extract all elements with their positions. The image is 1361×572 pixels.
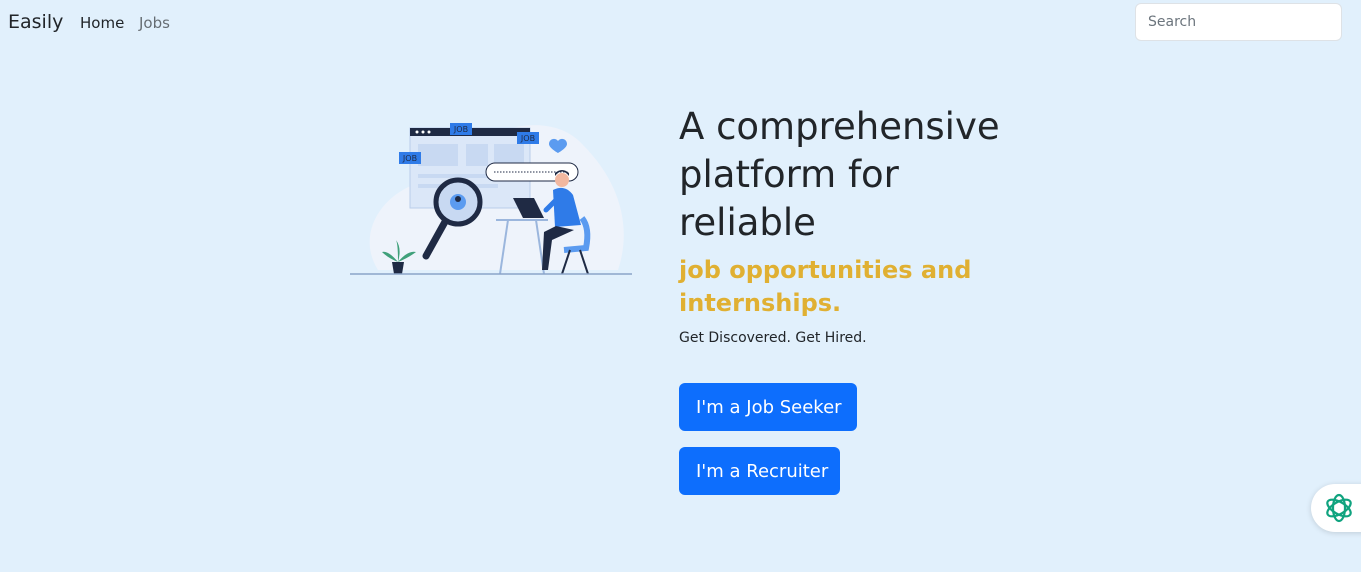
job-seeker-button[interactable]: I'm a Job Seeker [679, 383, 857, 431]
openai-knot-icon [1326, 493, 1352, 523]
brand-logo[interactable]: Easily [8, 11, 63, 33]
svg-text:JOB: JOB [453, 125, 468, 134]
floating-assistant-button[interactable] [1311, 484, 1361, 532]
hero-illustration: JOB JOB JOB [348, 110, 634, 280]
svg-text:JOB: JOB [402, 154, 417, 163]
hero-tagline: Get Discovered. Get Hired. [679, 330, 867, 346]
search-input[interactable] [1135, 3, 1342, 41]
hero-subheadline: job opportunities and internships. [679, 256, 972, 317]
job-search-illustration: JOB JOB JOB [350, 123, 632, 275]
person-head [555, 173, 569, 187]
plant-pot [392, 262, 404, 274]
recruiter-button[interactable]: I'm a Recruiter [679, 447, 840, 495]
nav-link-home[interactable]: Home [80, 14, 124, 32]
top-navbar: Easily Home Jobs [0, 0, 1361, 46]
nav-link-jobs[interactable]: Jobs [139, 14, 170, 32]
hero-headline: A comprehensive platform for reliable [679, 105, 1000, 244]
svg-text:JOB: JOB [520, 134, 535, 143]
